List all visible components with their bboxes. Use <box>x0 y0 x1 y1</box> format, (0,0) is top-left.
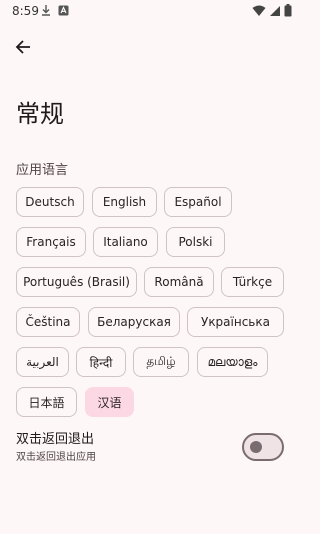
double-back-exit-subtitle: 双击返回退出应用 <box>16 452 96 463</box>
status-bar: 8:59 <box>0 0 300 22</box>
language-chip-polski[interactable]: Polski <box>166 227 225 257</box>
download-icon <box>40 4 52 16</box>
page-title: 常规 <box>16 100 64 128</box>
language-chip-malayalam[interactable]: മലയാളം <box>197 347 268 377</box>
language-chip-chinese-selected[interactable]: 汉语 <box>85 387 134 417</box>
language-chip-belaruskaya[interactable]: Беларуская <box>88 307 180 337</box>
wifi-icon <box>252 5 266 17</box>
back-button[interactable] <box>10 34 36 60</box>
language-chip-turkce[interactable]: Türkçe <box>221 267 284 297</box>
language-chip-english[interactable]: English <box>92 187 157 217</box>
language-chip-arabic[interactable]: العربية <box>16 347 69 377</box>
language-chip-japanese[interactable]: 日本語 <box>16 387 77 417</box>
app-language-label: 应用语言 <box>16 163 69 178</box>
double-back-exit-switch[interactable] <box>242 433 284 461</box>
battery-icon <box>284 4 292 17</box>
cellular-icon <box>269 5 281 17</box>
translate-icon <box>58 5 69 16</box>
language-chip-romana[interactable]: Română <box>144 267 214 297</box>
language-chip-tamil[interactable]: தமிழ் <box>133 347 189 377</box>
language-chip-portugues-brasil[interactable]: Português (Brasil) <box>16 267 137 297</box>
language-chip-espanol[interactable]: Español <box>164 187 232 217</box>
language-chip-hindi[interactable]: हिन्दी <box>76 347 126 377</box>
switch-thumb <box>250 441 262 453</box>
double-back-exit-title: 双击返回退出 <box>16 432 95 447</box>
language-chip-italiano[interactable]: Italiano <box>93 227 158 257</box>
language-chip-deutsch[interactable]: Deutsch <box>16 187 84 217</box>
arrow-back-icon <box>15 39 31 55</box>
language-chip-ukrainska[interactable]: Українська <box>187 307 284 337</box>
language-chip-francais[interactable]: Français <box>16 227 86 257</box>
status-time: 8:59 <box>12 4 39 18</box>
language-chip-cestina[interactable]: Čeština <box>16 307 80 337</box>
